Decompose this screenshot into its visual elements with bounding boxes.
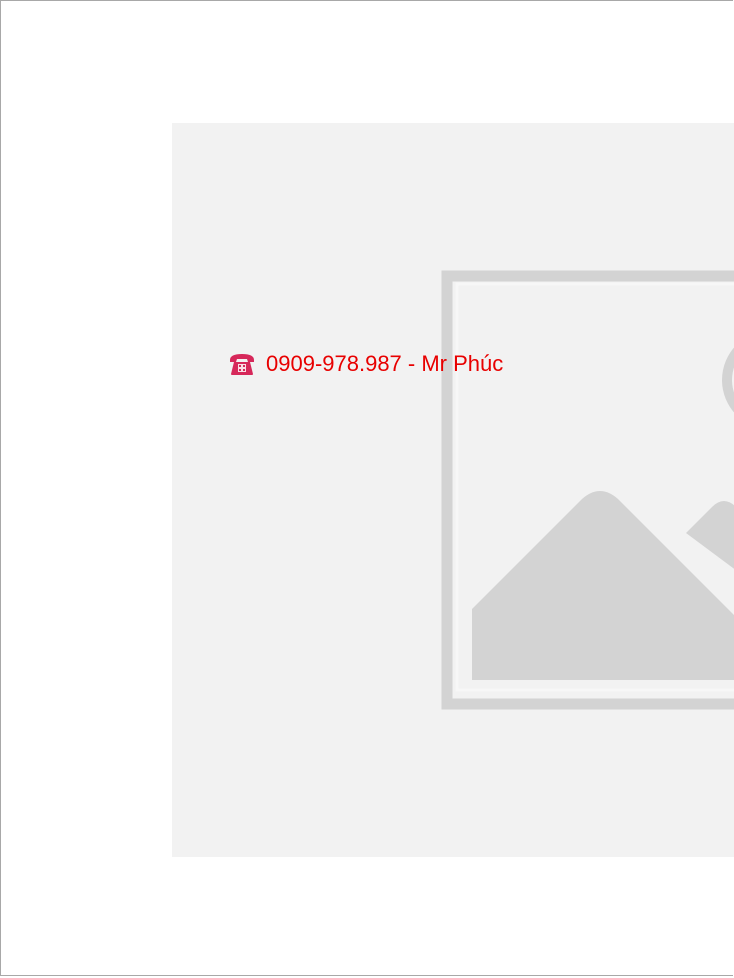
- image-placeholder-icon: [441, 270, 734, 710]
- contact-phone-text: 0909-978.987 - Mr Phúc: [266, 351, 504, 376]
- image-placeholder: [172, 123, 734, 857]
- page-frame: 0909-978.987 - Mr Phúc: [0, 0, 734, 976]
- telephone-icon: [230, 354, 254, 375]
- contact-phone[interactable]: 0909-978.987 - Mr Phúc: [229, 349, 503, 379]
